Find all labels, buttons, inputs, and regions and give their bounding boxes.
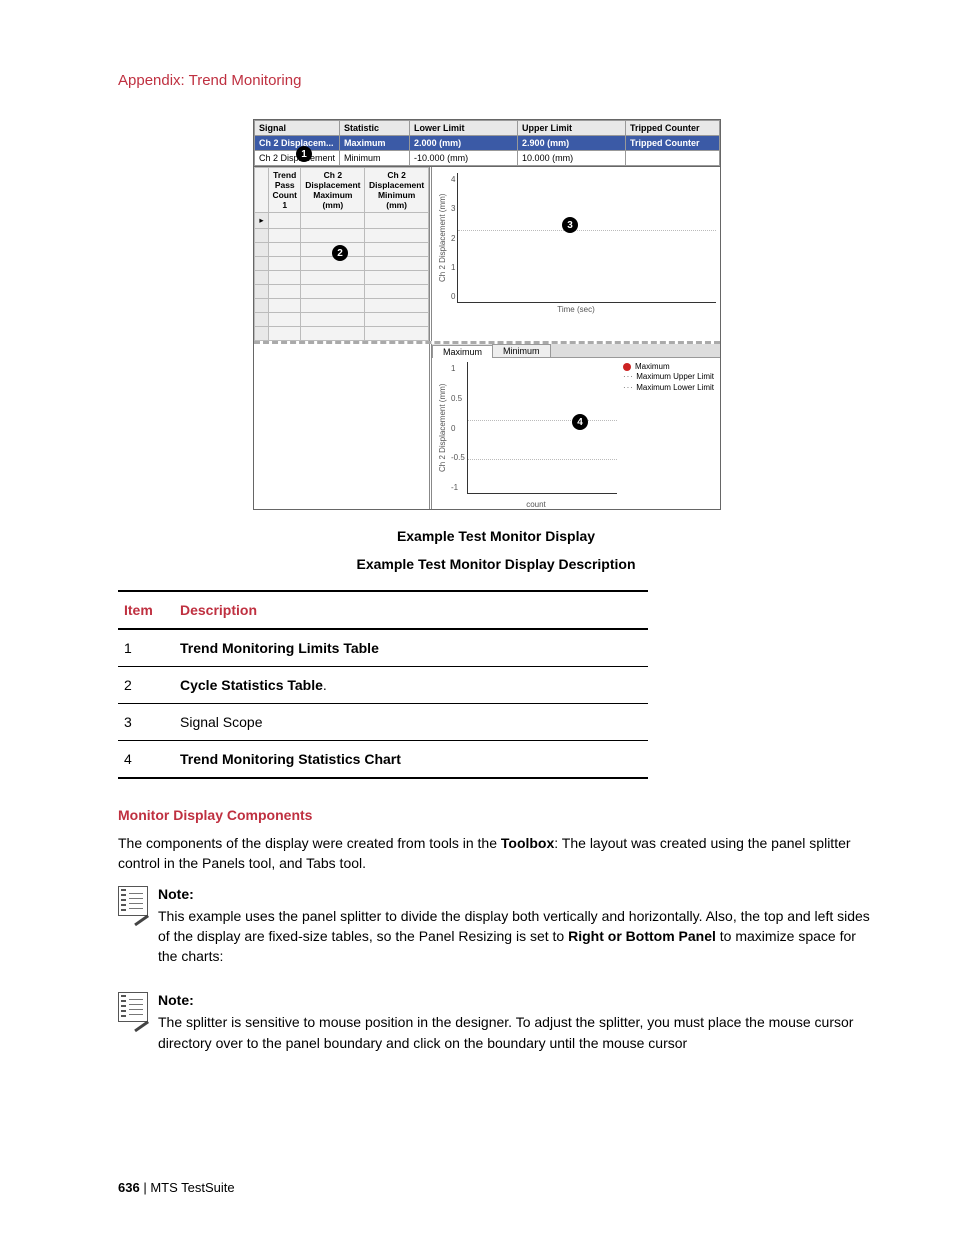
cs-row[interactable] — [255, 229, 429, 243]
col-signal: Signal — [255, 121, 340, 136]
trend-yticks: 1 0.5 0 -0.5 -1 — [449, 362, 467, 494]
limits-row[interactable]: Ch 2 Displacement Minimum -10.000 (mm) 1… — [255, 151, 720, 166]
cs-col-1: Ch 2 Displacement Maximum (mm) — [301, 168, 365, 213]
cs-row[interactable] — [255, 313, 429, 327]
paragraph-components: The components of the display were creat… — [118, 833, 874, 874]
desc-item-text: Trend Monitoring Statistics Chart — [174, 741, 648, 779]
cs-col-0: Trend Pass Count 1 — [269, 168, 301, 213]
legend-dash-icon: ··· — [623, 372, 634, 381]
note-2: Note: The splitter is sensitive to mouse… — [118, 992, 874, 1065]
trend-legend: Maximum ··· Maximum Upper Limit ··· Maxi… — [623, 362, 714, 393]
product-name: MTS TestSuite — [150, 1180, 234, 1195]
figure-caption-2: Example Test Monitor Display Description — [118, 556, 874, 572]
note-label: Note: — [158, 886, 874, 902]
desc-row: 2Cycle Statistics Table. — [118, 667, 648, 704]
figure-caption-1: Example Test Monitor Display — [118, 528, 874, 544]
tab-maximum[interactable]: Maximum — [432, 345, 493, 358]
cs-row[interactable] — [255, 285, 429, 299]
page-footer: 636 | MTS TestSuite — [118, 1180, 235, 1195]
cs-row[interactable]: ▸ — [255, 213, 429, 229]
desc-row: 4Trend Monitoring Statistics Chart — [118, 741, 648, 779]
scope-yticks: 4 3 2 1 0 — [449, 173, 457, 303]
note-icon — [118, 886, 148, 916]
scope-ylabel: Ch 2 Displacement (mm) — [436, 173, 449, 303]
row-indicator-icon: ▸ — [255, 213, 269, 229]
trend-ylabel: Ch 2 Displacement (mm) — [436, 362, 449, 494]
callout-1: 1 — [296, 146, 312, 162]
desc-item-text: Signal Scope — [174, 704, 648, 741]
legend-dot-icon — [623, 363, 631, 371]
signal-scope-panel: 3 Ch 2 Displacement (mm) 4 3 2 1 0 — [432, 167, 720, 341]
desc-item-number: 3 — [118, 704, 174, 741]
callout-4: 4 — [572, 414, 588, 430]
note-1: Note: This example uses the panel splitt… — [118, 886, 874, 979]
col-upper: Upper Limit — [518, 121, 626, 136]
test-monitor-screenshot: 1 Signal Statistic Lower Limit Upper Lim… — [253, 119, 721, 510]
trend-xlabel: count — [352, 500, 720, 509]
cs-row[interactable] — [255, 327, 429, 341]
limits-row[interactable]: Ch 2 Displacem... Maximum 2.000 (mm) 2.9… — [255, 136, 720, 151]
scope-xlabel: Time (sec) — [436, 305, 716, 314]
trend-plot-area[interactable] — [467, 362, 617, 494]
description-table: Item Description 1Trend Monitoring Limit… — [118, 590, 648, 779]
callout-3: 3 — [562, 217, 578, 233]
cycle-statistics-table: 2 Trend Pass Count 1 Ch 2 Displacement M… — [254, 167, 432, 341]
cs-row[interactable] — [255, 299, 429, 313]
col-tripped: Tripped Counter — [626, 121, 720, 136]
desc-head-item: Item — [118, 591, 174, 629]
col-lower: Lower Limit — [410, 121, 518, 136]
appendix-title: Appendix: Trend Monitoring — [118, 72, 874, 89]
legend-dash-icon: ··· — [623, 383, 634, 392]
note-text: This example uses the panel splitter to … — [158, 906, 874, 967]
desc-row: 3Signal Scope — [118, 704, 648, 741]
page-number: 636 — [118, 1180, 140, 1195]
tab-minimum[interactable]: Minimum — [492, 344, 551, 357]
desc-row: 1Trend Monitoring Limits Table — [118, 629, 648, 667]
desc-item-number: 4 — [118, 741, 174, 779]
note-icon — [118, 992, 148, 1022]
trend-statistics-chart: 4 Maximum ··· Maximum Upper Limit ··· Ma… — [432, 358, 720, 498]
trend-limits-table: Signal Statistic Lower Limit Upper Limit… — [254, 120, 720, 166]
desc-item-text: Cycle Statistics Table. — [174, 667, 648, 704]
desc-item-number: 2 — [118, 667, 174, 704]
col-statistic: Statistic — [340, 121, 410, 136]
desc-item-text: Trend Monitoring Limits Table — [174, 629, 648, 667]
cs-col-2: Ch 2 Displacement Minimum (mm) — [365, 168, 429, 213]
desc-head-desc: Description — [174, 591, 648, 629]
desc-item-number: 1 — [118, 629, 174, 667]
note-label: Note: — [158, 992, 874, 1008]
trend-tabs: Maximum Minimum — [432, 344, 720, 358]
cs-row[interactable] — [255, 271, 429, 285]
scope-plot-area[interactable] — [457, 173, 716, 303]
heading-monitor-components: Monitor Display Components — [118, 807, 874, 823]
callout-2: 2 — [332, 245, 348, 261]
figure-container: 1 Signal Statistic Lower Limit Upper Lim… — [253, 119, 721, 510]
note-text: The splitter is sensitive to mouse posit… — [158, 1012, 874, 1053]
